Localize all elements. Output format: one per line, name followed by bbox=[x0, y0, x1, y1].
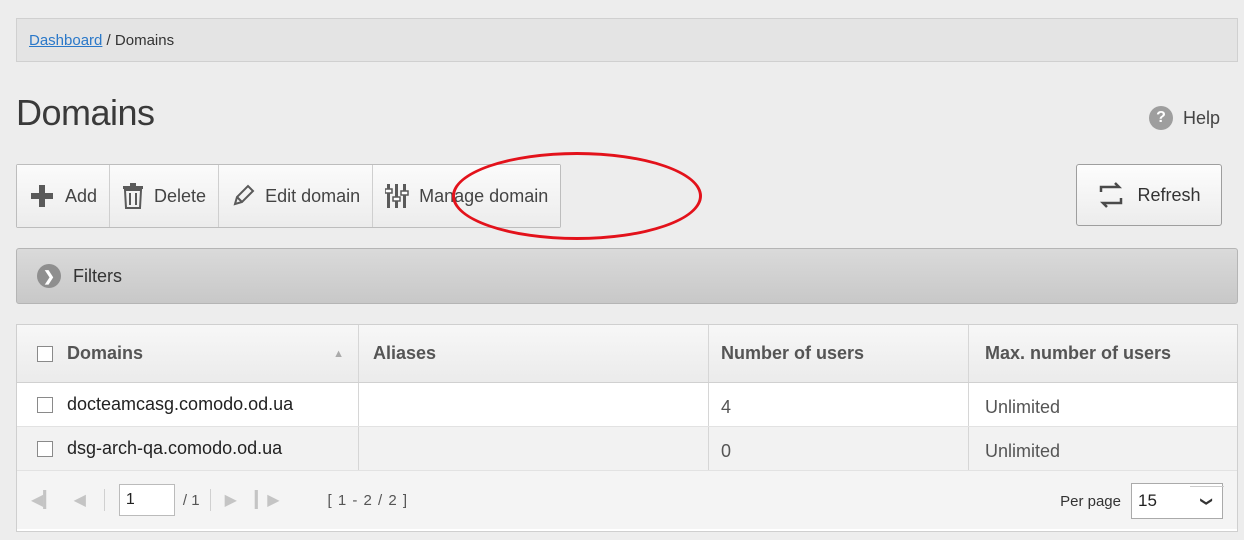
table-row[interactable]: dsg-arch-qa.comodo.od.ua 0 Unlimited bbox=[17, 427, 1237, 471]
refresh-icon bbox=[1097, 182, 1125, 208]
chevron-right-icon: ❯ bbox=[37, 264, 61, 288]
toolbar: Add Delete Edit domain Manage domain bbox=[16, 164, 562, 228]
header-aliases[interactable]: Aliases bbox=[359, 325, 709, 382]
select-all-checkbox[interactable] bbox=[37, 345, 53, 362]
filters-label: Filters bbox=[73, 265, 122, 286]
add-button[interactable]: Add bbox=[17, 165, 111, 227]
cell-max-users: Unlimited bbox=[985, 441, 1061, 461]
delete-button[interactable]: Delete bbox=[110, 165, 220, 227]
help-icon: ? bbox=[1148, 106, 1173, 130]
cell-aliases bbox=[359, 383, 709, 426]
trash-icon bbox=[122, 183, 144, 209]
pager-divider bbox=[209, 489, 211, 511]
row-checkbox[interactable] bbox=[37, 396, 53, 413]
header-number-of-users[interactable]: Number of users bbox=[709, 325, 969, 382]
header-max-users[interactable]: Max. number of users bbox=[969, 325, 1237, 382]
next-page-icon[interactable]: ▶ bbox=[225, 490, 237, 510]
header-domains[interactable]: Domains ▲ bbox=[17, 325, 359, 382]
cell-domain: dsg-arch-qa.comodo.od.ua bbox=[17, 427, 359, 470]
row-checkbox[interactable] bbox=[37, 440, 53, 457]
per-page-control: Per page 15 ❯ bbox=[1060, 483, 1224, 519]
domains-table: Domains ▲ Aliases Number of users Max. n… bbox=[16, 324, 1238, 532]
breadcrumb-dashboard-link[interactable]: Dashboard bbox=[29, 32, 102, 49]
prev-page-icon[interactable]: ◀ bbox=[74, 490, 86, 510]
breadcrumb-separator: / bbox=[102, 32, 115, 49]
pager-divider bbox=[103, 489, 105, 511]
page-title: Domains bbox=[16, 92, 155, 133]
table-header: Domains ▲ Aliases Number of users Max. n… bbox=[17, 325, 1237, 383]
last-page-icon[interactable]: ▎▶ bbox=[255, 490, 280, 510]
cell-max-users: Unlimited bbox=[985, 397, 1061, 417]
add-label: Add bbox=[65, 185, 98, 206]
breadcrumb: Dashboard / Domains bbox=[16, 18, 1238, 62]
refresh-button[interactable]: Refresh bbox=[1076, 164, 1222, 226]
help-label: Help bbox=[1182, 107, 1220, 128]
sort-asc-icon: ▲ bbox=[333, 347, 344, 360]
domain-name: docteamcasg.comodo.od.ua bbox=[67, 394, 294, 414]
per-page-select[interactable]: 15 ❯ bbox=[1131, 483, 1224, 519]
filters-bar[interactable]: ❯ Filters bbox=[16, 248, 1238, 304]
breadcrumb-current: Domains bbox=[114, 32, 175, 49]
edit-domain-button[interactable]: Edit domain bbox=[219, 165, 374, 227]
domain-name: dsg-arch-qa.comodo.od.ua bbox=[67, 438, 283, 458]
table-row[interactable]: docteamcasg.comodo.od.ua 4 Unlimited bbox=[17, 383, 1237, 427]
help-link[interactable]: ? Help bbox=[1148, 106, 1220, 130]
edit-domain-label: Edit domain bbox=[265, 185, 361, 206]
record-range: [ 1 - 2 / 2 ] bbox=[327, 491, 409, 509]
cell-users: 4 bbox=[709, 383, 969, 426]
chevron-down-icon: ❯ bbox=[1190, 486, 1224, 516]
sliders-icon bbox=[385, 183, 409, 209]
plus-icon bbox=[29, 183, 55, 209]
pencil-icon bbox=[231, 184, 255, 208]
cell-users: 0 bbox=[709, 427, 969, 470]
pagination-bar: ◀▎ ◀ / 1 ▶ ▎▶ [ 1 - 2 / 2 ] Per page 15 … bbox=[17, 471, 1237, 529]
first-page-icon[interactable]: ◀▎ bbox=[31, 490, 56, 510]
per-page-value: 15 bbox=[1138, 491, 1157, 510]
cell-domain: docteamcasg.comodo.od.ua bbox=[17, 383, 359, 426]
page-total: / 1 bbox=[182, 491, 200, 509]
per-page-label: Per page bbox=[1060, 492, 1121, 510]
manage-domain-label: Manage domain bbox=[419, 185, 549, 206]
cell-aliases bbox=[359, 427, 709, 470]
delete-label: Delete bbox=[154, 185, 207, 206]
page-number-input[interactable] bbox=[118, 484, 175, 516]
header-domains-label: Domains bbox=[67, 343, 144, 363]
refresh-label: Refresh bbox=[1137, 184, 1201, 205]
manage-domain-button[interactable]: Manage domain bbox=[373, 165, 561, 227]
